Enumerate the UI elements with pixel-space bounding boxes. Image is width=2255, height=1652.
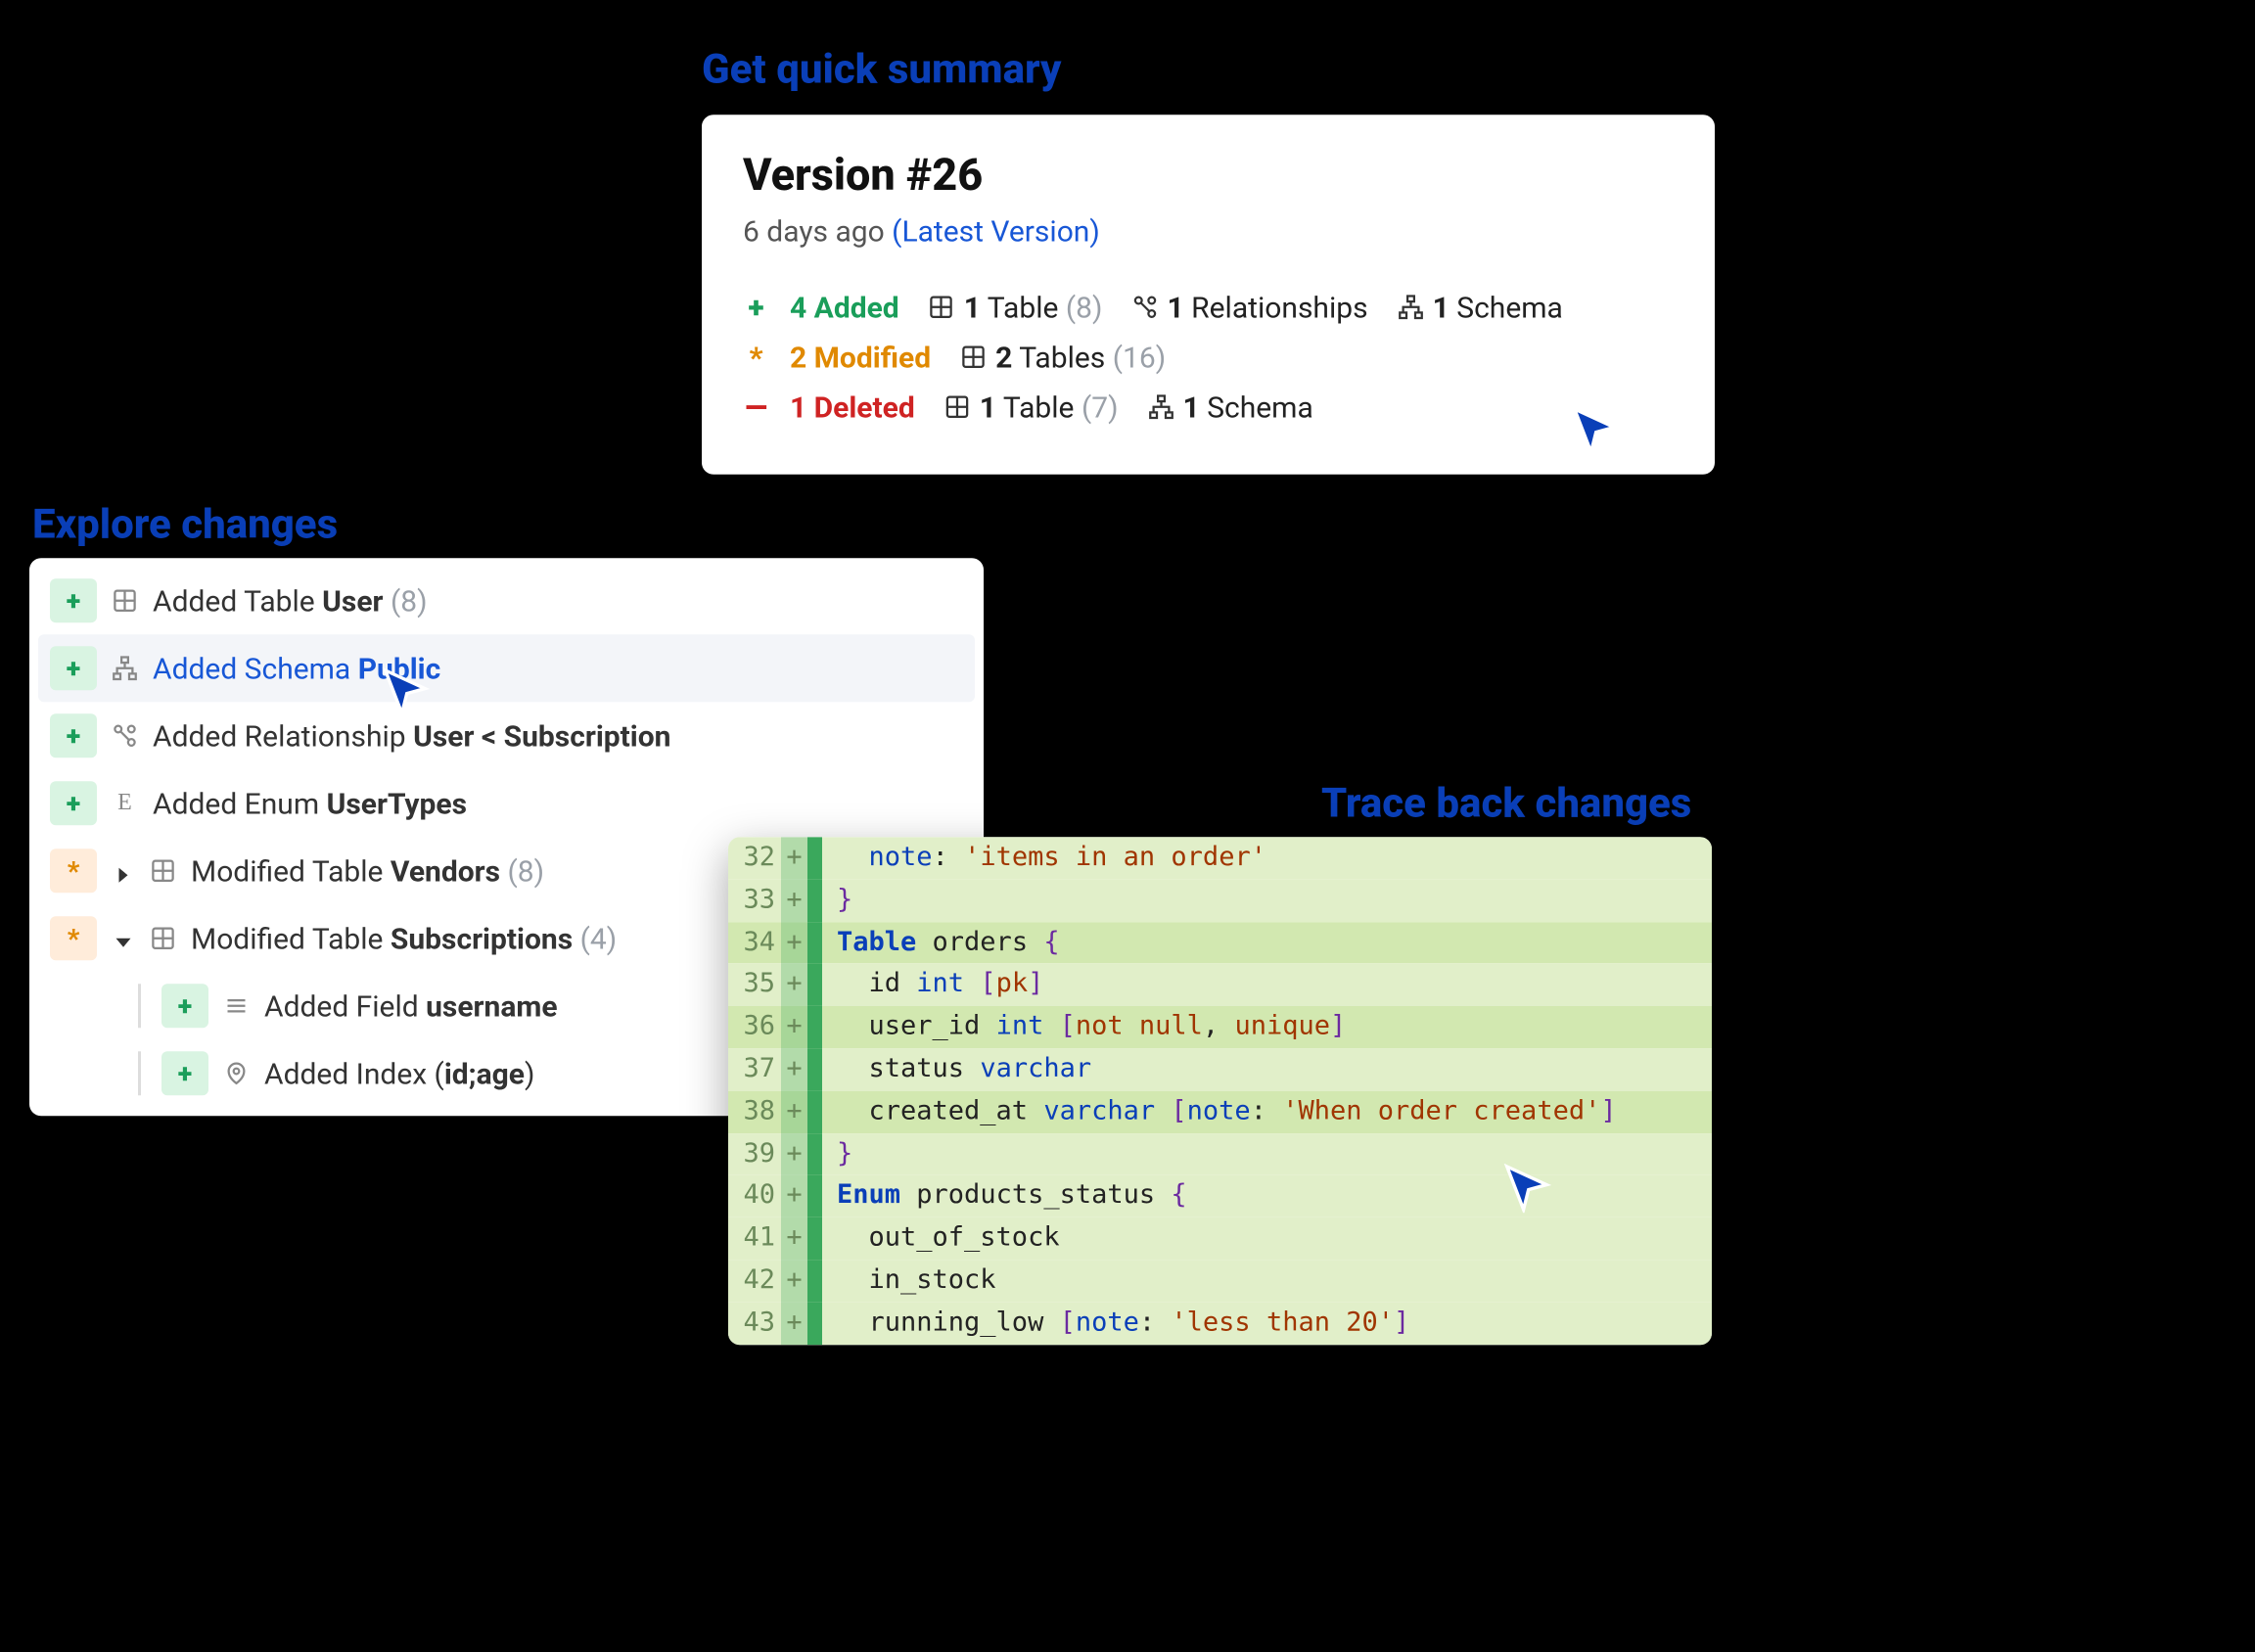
- plus-icon: +: [50, 578, 97, 622]
- plus-icon: +: [161, 1051, 208, 1095]
- modified-count: 2 Modified: [790, 340, 931, 375]
- added-count: 4 Added: [790, 290, 899, 325]
- plus-icon: +: [50, 781, 97, 825]
- relationship-icon: [1131, 294, 1158, 320]
- plus-icon: +: [50, 646, 97, 690]
- chevron-right-icon[interactable]: [112, 859, 135, 883]
- asterisk-icon: *: [743, 340, 769, 375]
- deleted-count: 1 Deleted: [790, 390, 915, 425]
- code-line: 41+ out_of_stock: [728, 1217, 1712, 1260]
- code-line: 32+ note: 'items in an order': [728, 837, 1712, 879]
- summary-modified-row: * 2 Modified 2 Tables (16): [743, 340, 1674, 375]
- index-icon: [223, 1060, 250, 1086]
- version-age: 6 days ago: [743, 213, 885, 249]
- code-line: 37+ status varchar: [728, 1048, 1712, 1090]
- asterisk-icon: *: [50, 849, 97, 893]
- relationship-icon: [112, 722, 138, 749]
- schema-icon: [1398, 294, 1424, 320]
- code-line: 36+ user_id int [not null, unique]: [728, 1006, 1712, 1048]
- latest-version-link[interactable]: (Latest Version): [892, 213, 1100, 249]
- minus-icon: —: [743, 390, 769, 425]
- table-icon: [150, 857, 176, 884]
- summary-panel: Version #26 6 days ago (Latest Version) …: [702, 115, 1715, 475]
- change-added-table-user[interactable]: + Added Table User (8): [38, 567, 975, 634]
- plus-icon: +: [161, 984, 208, 1028]
- code-line: 42+ in_stock: [728, 1260, 1712, 1302]
- change-added-enum[interactable]: + E Added Enum UserTypes: [38, 769, 975, 837]
- change-added-relationship[interactable]: + Added Relationship User < Subscription: [38, 702, 975, 769]
- chevron-down-icon[interactable]: [112, 927, 135, 950]
- table-icon: [944, 393, 971, 420]
- summary-deleted-row: — 1 Deleted 1 Table (7) 1 Schema: [743, 390, 1674, 425]
- enum-icon: E: [112, 790, 138, 816]
- schema-icon: [112, 655, 138, 681]
- caption-summary: Get quick summary: [702, 44, 1061, 93]
- table-icon: [112, 587, 138, 614]
- code-line: 35+ id int [pk]: [728, 964, 1712, 1006]
- table-icon: [960, 344, 987, 370]
- summary-added-row: + 4 Added 1 Table (8) 1 Relationships: [743, 290, 1674, 325]
- change-added-schema-public[interactable]: + Added Schema Public: [38, 634, 975, 702]
- version-title: Version #26: [743, 150, 1674, 202]
- schema-icon: [1148, 393, 1174, 420]
- code-line: 34+ Table orders {: [728, 922, 1712, 964]
- field-icon: [223, 992, 250, 1019]
- code-line: 39+ }: [728, 1133, 1712, 1175]
- table-icon: [150, 925, 176, 951]
- caption-explore: Explore changes: [32, 499, 338, 548]
- plus-icon: +: [50, 713, 97, 757]
- caption-trace: Trace back changes: [1321, 778, 1691, 827]
- code-line: 40+ Enum products_status {: [728, 1175, 1712, 1217]
- code-line: 43+ running_low [note: 'less than 20']: [728, 1302, 1712, 1344]
- table-icon: [929, 294, 955, 320]
- plus-icon: +: [743, 290, 769, 325]
- code-diff-panel: 32+ note: 'items in an order' 33+ } 34+ …: [728, 837, 1712, 1344]
- code-line: 33+ }: [728, 879, 1712, 921]
- asterisk-icon: *: [50, 916, 97, 960]
- code-line: 38+ created_at varchar [note: 'When orde…: [728, 1090, 1712, 1132]
